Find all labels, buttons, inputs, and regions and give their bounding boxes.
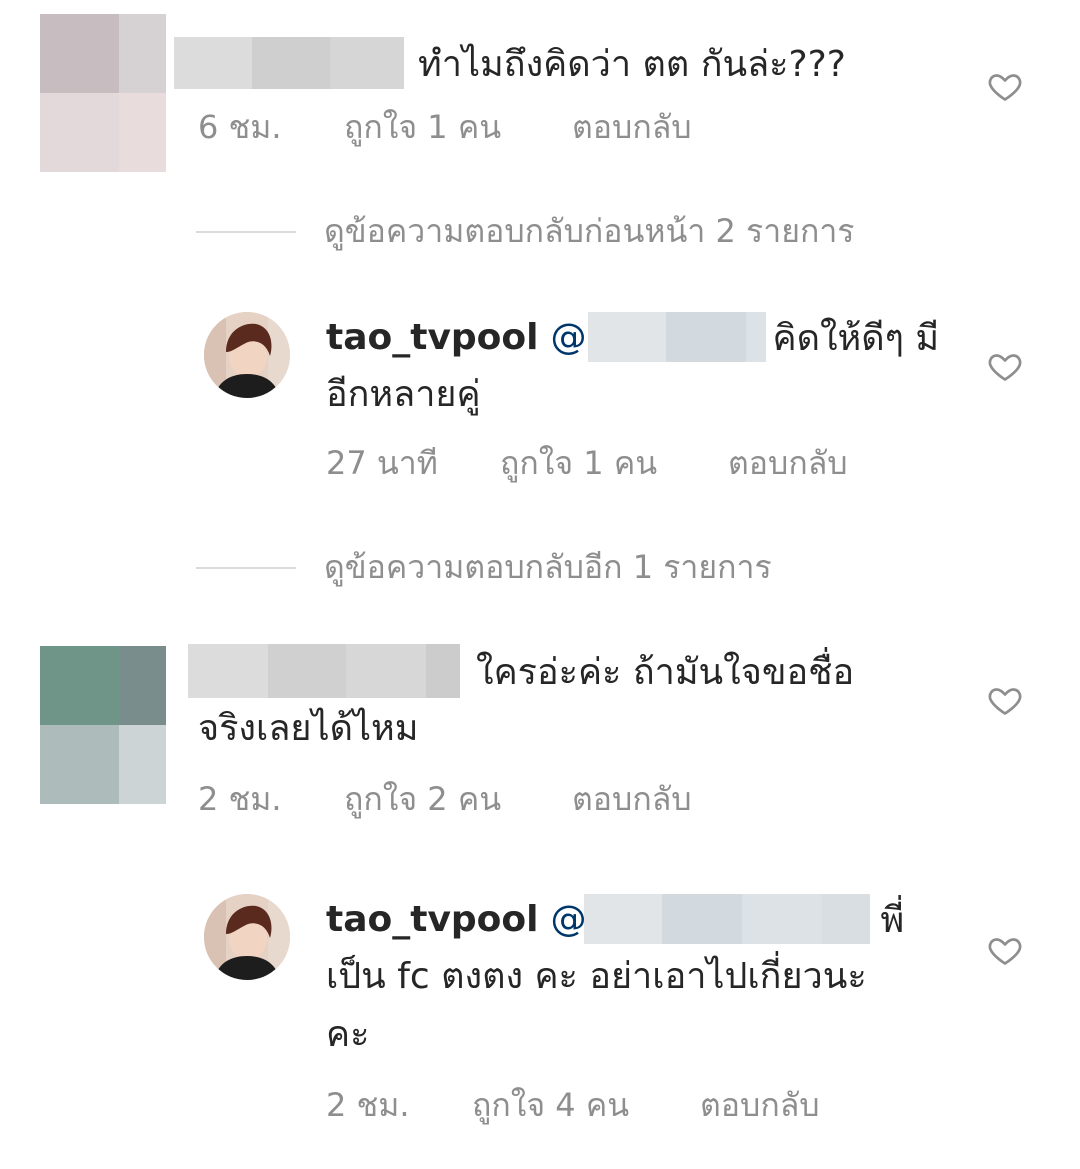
profile-photo-icon	[204, 312, 290, 398]
comment-time: 2 ชม.	[198, 780, 282, 818]
reply-button[interactable]: ตอบกลับ	[728, 438, 848, 489]
like-heart-icon[interactable]	[987, 348, 1023, 384]
comment-text: ทำไมถึงคิดว่า ตต กันล่ะ???	[418, 43, 846, 85]
reply-button[interactable]: ตอบกลับ	[700, 1080, 820, 1131]
mention-redacted[interactable]	[588, 312, 767, 362]
comment-text-line2: จริงเลยได้ไหม	[198, 708, 419, 749]
reply-likes[interactable]: ถูกใจ 1 คน	[500, 438, 657, 489]
reply-username[interactable]: tao_tvpool	[326, 317, 538, 358]
avatar[interactable]	[204, 312, 290, 398]
reply-time: 2 ชม.	[326, 1086, 410, 1124]
view-more-replies-label: ดูข้อความตอบกลับอีก 1 รายการ	[324, 548, 772, 586]
reply-username[interactable]: tao_tvpool	[326, 899, 538, 940]
comment-time: 6 ชม.	[198, 108, 282, 146]
reply-button[interactable]: ตอบกลับ	[572, 102, 692, 153]
divider-line	[196, 566, 296, 569]
profile-photo-icon	[204, 894, 290, 980]
view-more-replies[interactable]: ดูข้อความตอบกลับอีก 1 รายการ	[196, 542, 772, 593]
comment-likes[interactable]: ถูกใจ 2 คน	[344, 774, 501, 825]
reply-text-line1: คิดให้ดีๆ มี	[772, 317, 940, 359]
username-redacted[interactable]	[188, 644, 460, 698]
reply-likes[interactable]: ถูกใจ 4 คน	[472, 1080, 629, 1131]
avatar-redacted[interactable]	[40, 646, 166, 804]
like-heart-icon[interactable]	[987, 68, 1023, 104]
avatar-redacted[interactable]	[40, 14, 166, 172]
like-heart-icon[interactable]	[987, 682, 1023, 718]
like-heart-icon[interactable]	[987, 932, 1023, 968]
reply-text-line3: คะ	[326, 1014, 370, 1055]
mention-at[interactable]: @	[550, 317, 586, 358]
username-redacted[interactable]	[174, 37, 404, 89]
view-previous-replies[interactable]: ดูข้อความตอบกลับก่อนหน้า 2 รายการ	[196, 206, 854, 257]
reply-text-line1: พี่	[880, 899, 905, 941]
mention-redacted[interactable]	[584, 894, 871, 944]
reply-button[interactable]: ตอบกลับ	[572, 774, 692, 825]
divider-line	[196, 230, 296, 233]
reply-text-line2: เป็น fc ตงตง คะ อย่าเอาไปเกี่ยวนะ	[326, 956, 867, 997]
comment-likes[interactable]: ถูกใจ 1 คน	[344, 102, 501, 153]
reply-text-line2: อีกหลายคู่	[326, 374, 481, 415]
mention-at[interactable]: @	[550, 899, 586, 940]
reply-time: 27 นาที	[326, 444, 438, 482]
avatar[interactable]	[204, 894, 290, 980]
comment-text-line1: ใครอ่ะค่ะ ถ้ามันใจขอชื่อ	[476, 651, 855, 693]
view-previous-replies-label: ดูข้อความตอบกลับก่อนหน้า 2 รายการ	[324, 212, 855, 250]
